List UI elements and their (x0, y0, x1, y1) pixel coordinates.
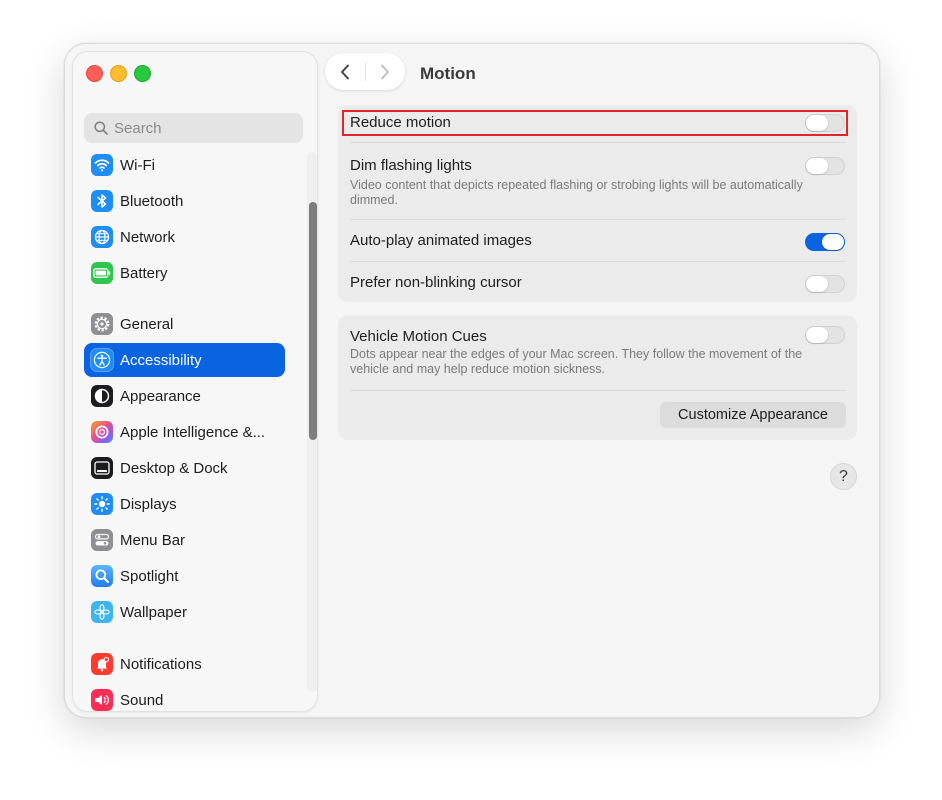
sidebar-item-label: Desktop & Dock (120, 459, 228, 477)
customize-appearance-button[interactable]: Customize Appearance (660, 402, 846, 428)
wifi-icon (91, 154, 113, 176)
toggle-knob (806, 276, 828, 292)
search-icon (94, 121, 108, 135)
speaker-icon (91, 689, 113, 711)
sidebar-item-network[interactable]: Network (84, 220, 285, 254)
sidebar-item-label: Sound (120, 691, 164, 709)
sidebar-item-label: Accessibility (120, 351, 202, 369)
sidebar-item-label: Network (120, 228, 176, 246)
gear-icon (91, 313, 113, 335)
sidebar-item-appearance[interactable]: Appearance (84, 379, 285, 413)
chevron-left-icon (341, 64, 349, 79)
vehicle-motion-cues-description: Dots appear near the edges of your Mac s… (350, 347, 803, 376)
sidebar-item-sound[interactable]: Sound (84, 683, 285, 711)
dim-flashing-lights-row: Dim flashing lights Video content that d… (338, 143, 857, 219)
vehicle-motion-group: Vehicle Motion Cues Dots appear near the… (338, 315, 857, 440)
dim-flashing-lights-description: Video content that depicts repeated flas… (350, 178, 803, 207)
non-blinking-cursor-label: Prefer non-blinking cursor (350, 274, 522, 291)
dim-flashing-lights-toggle[interactable] (805, 157, 845, 175)
sidebar-item-battery[interactable]: Battery (84, 256, 285, 290)
search-placeholder: Search (114, 119, 162, 137)
toggle-knob (806, 327, 828, 343)
vehicle-motion-cues-label: Vehicle Motion Cues (350, 328, 487, 345)
sidebar-item-label: Menu Bar (120, 531, 186, 549)
sidebar-item-wallpaper[interactable]: Wallpaper (84, 595, 285, 629)
autoplay-animated-images-row: Auto-play animated images (338, 220, 857, 261)
globe-icon (91, 226, 113, 248)
sidebar-item-label: Apple Intelligence &... (120, 423, 266, 441)
apple-intelligence-icon (91, 421, 113, 443)
close-window-button[interactable] (86, 65, 103, 82)
sidebar-item-label: General (120, 315, 174, 333)
sidebar-scrollbar[interactable] (307, 152, 317, 692)
reduce-motion-highlight (342, 110, 848, 136)
sidebar-item-label: Wi-Fi (120, 156, 155, 174)
sidebar-scroll-thumb[interactable] (309, 202, 317, 440)
autoplay-animated-images-toggle[interactable] (805, 233, 845, 251)
sidebar-item-bluetooth[interactable]: Bluetooth (84, 184, 285, 218)
sidebar-item-label: Displays (120, 495, 177, 513)
flower-icon (91, 601, 113, 623)
sidebar-item-desktop-dock[interactable]: Desktop & Dock (84, 451, 285, 485)
sidebar-item-spotlight[interactable]: Spotlight (84, 559, 285, 593)
sidebar-item-label: Appearance (120, 387, 201, 405)
sidebar-item-wifi[interactable]: Wi-Fi (84, 148, 285, 182)
sidebar-item-apple-intelligence[interactable]: Apple Intelligence &... (84, 415, 285, 449)
sidebar-item-accessibility[interactable]: Accessibility (84, 343, 285, 377)
zoom-window-button[interactable] (134, 65, 151, 82)
bell-icon (91, 653, 113, 675)
chevron-right-icon (381, 64, 389, 79)
forward-button[interactable] (365, 53, 405, 90)
toggle-knob (822, 234, 844, 250)
sidebar-item-notifications[interactable]: Notifications (84, 647, 285, 681)
sidebar-item-label: Bluetooth (120, 192, 184, 210)
dock-icon (91, 457, 113, 479)
minimize-window-button[interactable] (110, 65, 127, 82)
sidebar-item-general[interactable]: General (84, 307, 285, 341)
menu-bar-icon (91, 529, 113, 551)
help-button[interactable]: ? (830, 463, 857, 490)
bluetooth-icon (91, 190, 113, 212)
toggle-knob (806, 158, 828, 174)
system-settings-window: Search Wi-Fi Bluetooth Network Battery G… (64, 43, 880, 718)
sidebar-item-label: Spotlight (120, 567, 179, 585)
appearance-icon (91, 385, 113, 407)
sidebar: Search Wi-Fi Bluetooth Network Battery G… (72, 51, 318, 712)
back-button[interactable] (325, 53, 365, 90)
autoplay-animated-images-label: Auto-play animated images (350, 232, 532, 249)
vehicle-motion-cues-row: Vehicle Motion Cues Dots appear near the… (338, 315, 857, 389)
row-divider (350, 390, 846, 391)
sidebar-item-displays[interactable]: Displays (84, 487, 285, 521)
sidebar-item-label: Notifications (120, 655, 202, 673)
battery-icon (91, 262, 113, 284)
search-input[interactable]: Search (84, 113, 303, 143)
magnifier-icon (91, 565, 113, 587)
accessibility-icon (91, 349, 113, 371)
non-blinking-cursor-row: Prefer non-blinking cursor (338, 262, 857, 302)
dim-flashing-lights-label: Dim flashing lights (350, 157, 472, 174)
navigation-buttons (325, 53, 405, 90)
sidebar-item-menu-bar[interactable]: Menu Bar (84, 523, 285, 557)
vehicle-motion-cues-toggle[interactable] (805, 326, 845, 344)
sidebar-item-label: Battery (120, 264, 168, 282)
page-title: Motion (420, 64, 476, 83)
sun-icon (91, 493, 113, 515)
sidebar-item-label: Wallpaper (120, 603, 187, 621)
non-blinking-cursor-toggle[interactable] (805, 275, 845, 293)
